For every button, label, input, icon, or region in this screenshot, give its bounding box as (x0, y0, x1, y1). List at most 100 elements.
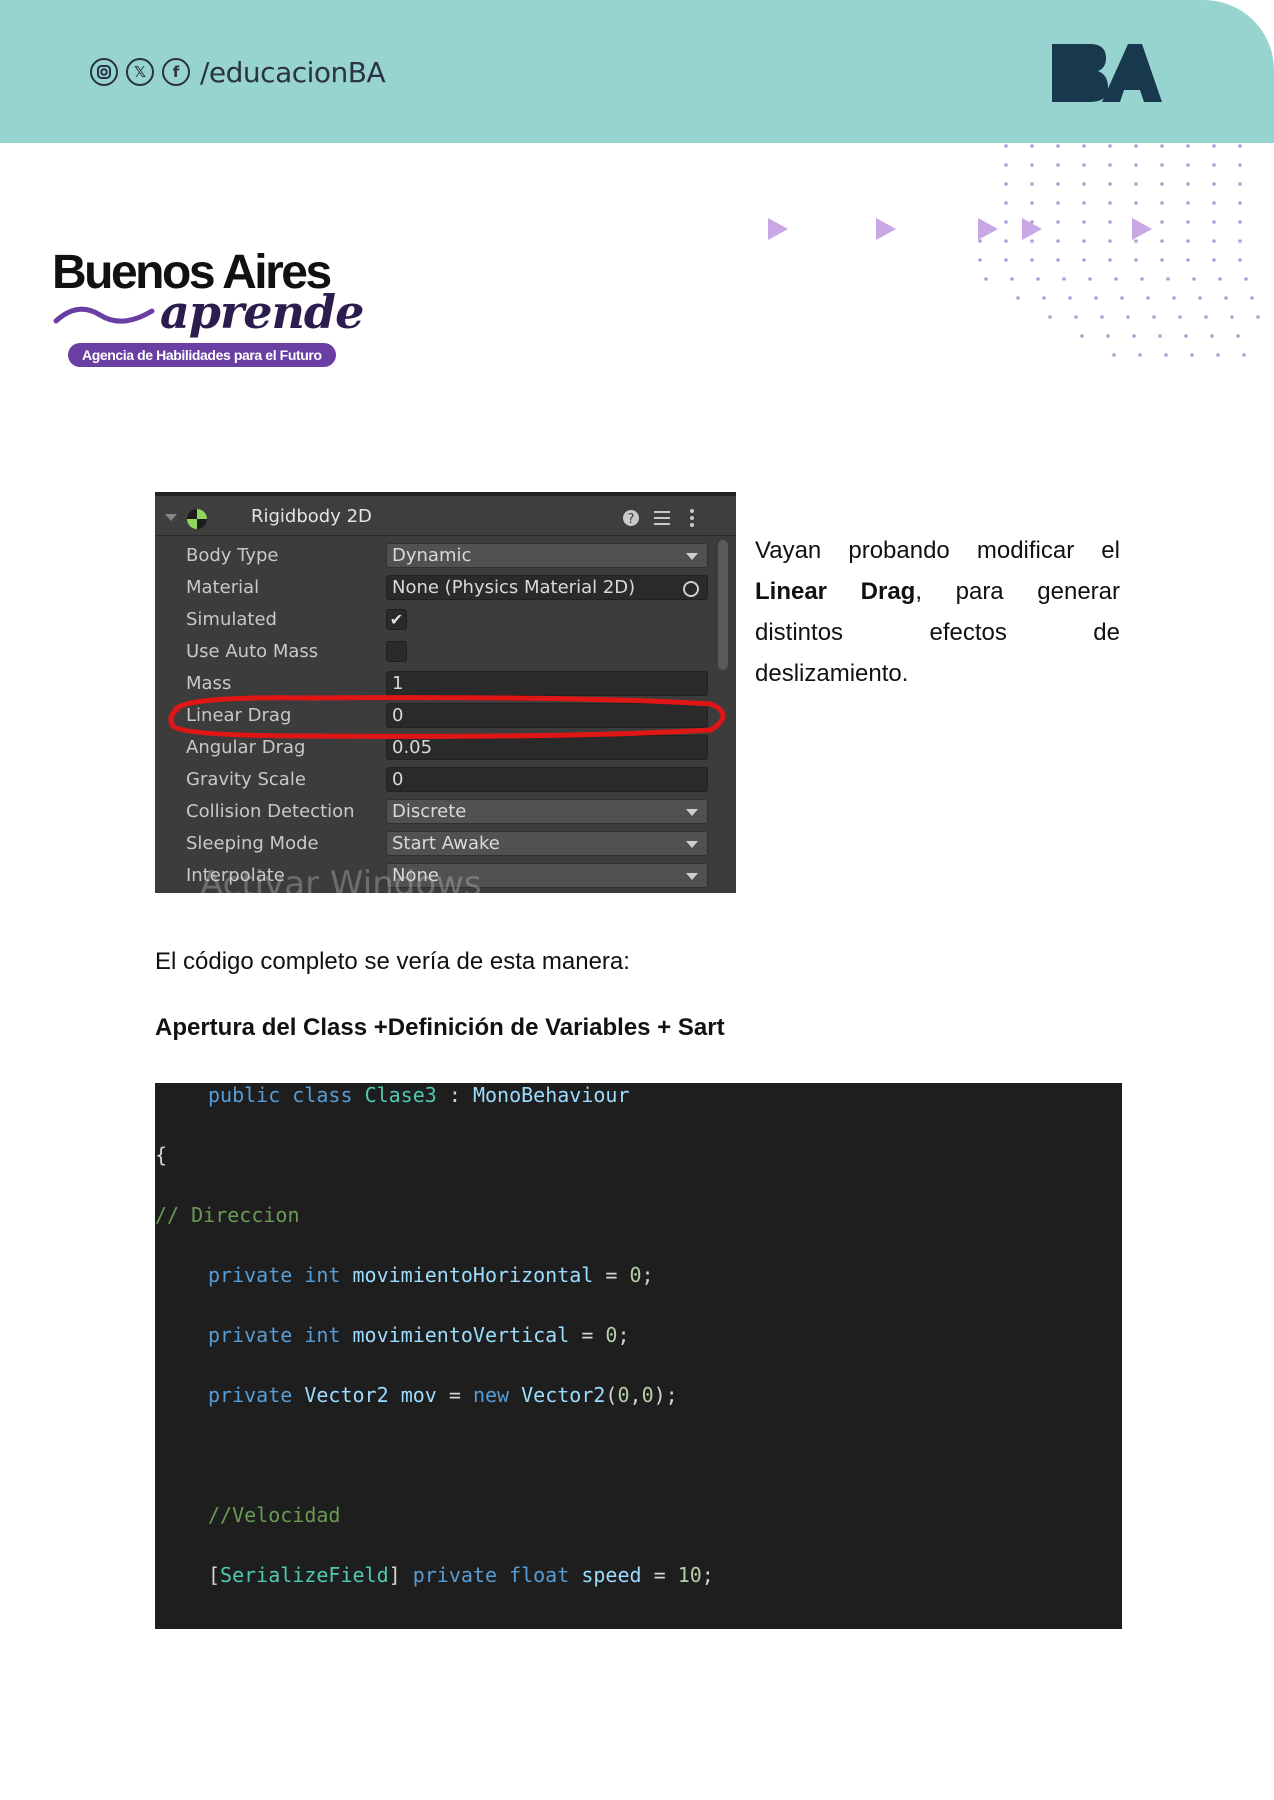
decor-dot (1114, 277, 1118, 281)
decor-dot (1108, 163, 1112, 167)
decor-dot (1212, 201, 1216, 205)
decor-dot (1134, 144, 1138, 148)
rigidbody-inspector: Rigidbody 2D ? Body Type Dynamic Material N… (155, 492, 736, 893)
instagram-icon[interactable] (90, 58, 118, 86)
decor-dot (1042, 296, 1046, 300)
brand-script: aprende (160, 285, 364, 339)
chevron-down-icon (686, 841, 698, 848)
social-handle[interactable]: /educacionBA (200, 56, 386, 89)
inspector-row: Gravity Scale 0 (155, 764, 736, 796)
decor-dot (1238, 182, 1242, 186)
inspector-row: Use Auto Mass (155, 636, 736, 668)
inspector-field-value: Dynamic (392, 545, 472, 566)
inspector-row-label: Gravity Scale (186, 769, 306, 790)
decor-dot (1004, 144, 1008, 148)
inspector-dropdown[interactable]: Discrete (386, 799, 708, 824)
social-bar: 𝕏 f /educacionBA (90, 56, 386, 89)
brand-swoosh (53, 306, 155, 324)
decor-dot (1134, 182, 1138, 186)
decor-dot (1108, 258, 1112, 262)
decor-dot (1244, 277, 1248, 281)
decor-dot (1160, 163, 1164, 167)
decor-dot (1238, 220, 1242, 224)
decor-dot (1056, 182, 1060, 186)
decor-dot (1004, 258, 1008, 262)
decor-dot (1256, 315, 1260, 319)
decor-dot (1126, 315, 1130, 319)
inspector-scrollbar[interactable] (718, 540, 728, 670)
ba-logo (1052, 44, 1162, 102)
object-picker-icon[interactable] (683, 581, 699, 597)
decor-dot (1004, 239, 1008, 243)
decor-dot (1158, 334, 1162, 338)
decor-dot (1056, 201, 1060, 205)
code-line-class: public class Clase3 : MonoBehaviour (208, 1083, 630, 1107)
inspector-field-value: 0 (392, 769, 404, 790)
decor-dot (1186, 201, 1190, 205)
decor-dot (1166, 277, 1170, 281)
inspector-dropdown[interactable]: Start Awake (386, 831, 708, 856)
decor-dot (1184, 334, 1188, 338)
decor-dot (1134, 201, 1138, 205)
decor-dot (1056, 163, 1060, 167)
inspector-header: Rigidbody 2D ? (155, 492, 736, 536)
expand-and-rigidbody-icon[interactable] (165, 508, 213, 530)
side-text-bold: Linear Drag (755, 578, 916, 605)
decor-dot (1152, 315, 1156, 319)
decor-dot (1186, 163, 1190, 167)
decor-dots (768, 144, 1260, 357)
code-comment-velocidad: //Velocidad (208, 1503, 341, 1527)
activation-watermark: Activar Windows (200, 864, 482, 893)
brand-logo: Buenos Aires aprende Agencia de Habilida… (52, 245, 392, 370)
decor-dot (1140, 277, 1144, 281)
decor-dot (1198, 296, 1202, 300)
inspector-header-icons[interactable]: ? (622, 508, 712, 528)
decor-dot (1160, 201, 1164, 205)
inspector-field-value: None (Physics Material 2D) (392, 577, 636, 598)
chevron-down-icon (686, 553, 698, 560)
decor-dot (1082, 201, 1086, 205)
inspector-row: Sleeping Mode Start Awake (155, 828, 736, 860)
decor-dot (1068, 296, 1072, 300)
code-line-mov: private Vector2 mov = new Vector2(0,0); (208, 1383, 678, 1407)
decor-dot (1108, 182, 1112, 186)
inspector-field[interactable]: 0 (386, 767, 708, 792)
code-line-speed: [SerializeField] private float speed = 1… (208, 1563, 714, 1587)
decor-dot (1048, 315, 1052, 319)
decor-dot (1186, 239, 1190, 243)
decor-dot (1074, 315, 1078, 319)
decor-dot (1212, 258, 1216, 262)
decor-dot (1004, 220, 1008, 224)
inspector-field-value: Start Awake (392, 833, 500, 854)
decor-dot (1004, 182, 1008, 186)
x-icon[interactable]: 𝕏 (126, 58, 154, 86)
decor-dot (1160, 239, 1164, 243)
decor-dot (1238, 163, 1242, 167)
decor-dot (1004, 201, 1008, 205)
decor-dot (978, 258, 982, 262)
red-highlight-oval (168, 695, 726, 739)
inspector-row: Collision Detection Discrete (155, 796, 736, 828)
decor-dot (1062, 277, 1066, 281)
decor-dot (1160, 182, 1164, 186)
decor-dot (1186, 258, 1190, 262)
code-line-brace: { (155, 1143, 168, 1167)
decor-dot (1106, 334, 1110, 338)
side-text-start: Vayan probando modificar el (755, 537, 1120, 564)
decor-dot (1138, 353, 1142, 357)
inspector-dropdown[interactable]: Dynamic (386, 543, 708, 568)
inspector-row-label: Material (186, 577, 260, 598)
decor-dot (1160, 258, 1164, 262)
inspector-checkbox[interactable] (386, 641, 407, 662)
inspector-field[interactable]: None (Physics Material 2D) (386, 575, 708, 600)
inspector-row: Material None (Physics Material 2D) (155, 572, 736, 604)
decor-dot (1186, 220, 1190, 224)
decor-dot (1134, 239, 1138, 243)
decor-dot (1108, 239, 1112, 243)
inspector-row-label: Use Auto Mass (186, 641, 319, 662)
decor-dot (1112, 353, 1116, 357)
facebook-icon[interactable]: f (162, 58, 190, 86)
inspector-checkbox[interactable]: ✔ (386, 609, 407, 630)
decor-dot (1082, 144, 1086, 148)
decor-dot (1082, 220, 1086, 224)
